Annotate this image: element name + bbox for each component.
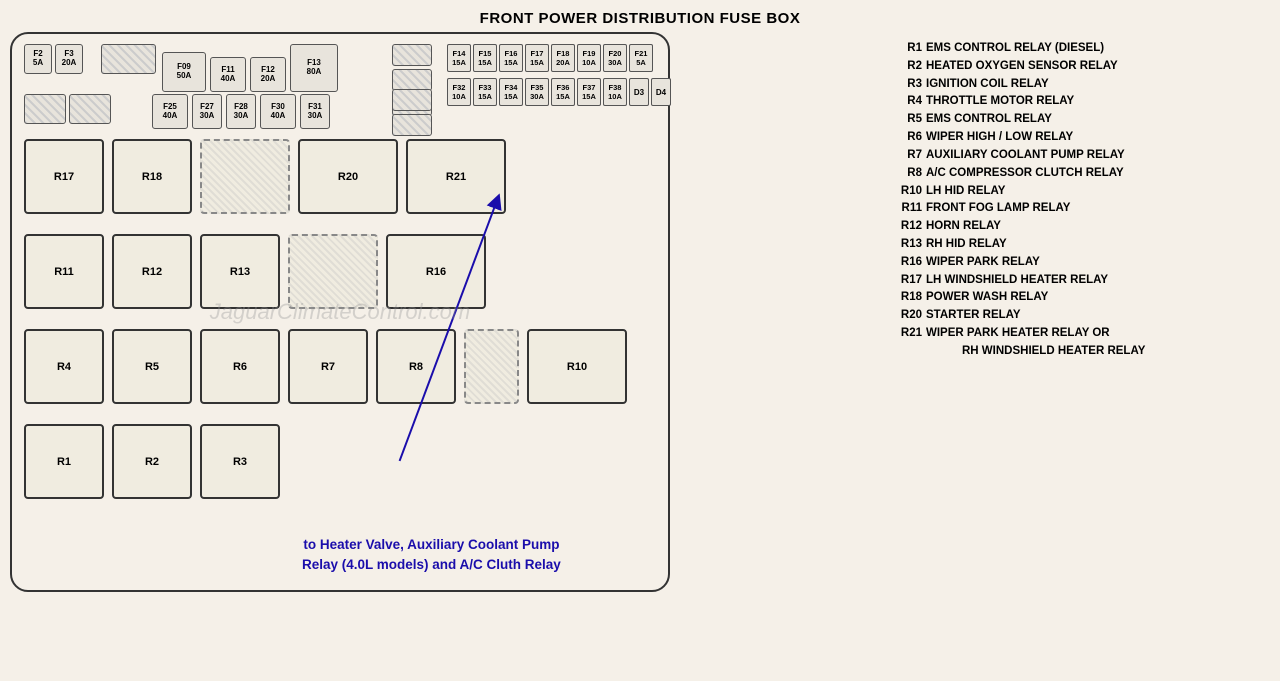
hatched-blocks-2	[392, 89, 432, 136]
annotation-line2: Relay (4.0L models) and A/C Cluth Relay	[302, 555, 561, 575]
legend-item-R5: R5 EMS CONTROL RELAY	[890, 111, 1270, 129]
relay-R1: R1	[24, 424, 104, 499]
legend-item-R10: R10 LH HID RELAY	[890, 183, 1270, 201]
page-title: FRONT POWER DISTRIBUTION FUSE BOX	[0, 0, 1280, 32]
legend-item-R21-cont: RH WINDSHIELD HEATER RELAY	[890, 343, 1270, 361]
annotation-line1: to Heater Valve, Auxiliary Coolant Pump	[302, 535, 561, 555]
top-mid-fuses: F0950A F1140A F1220A F1380A	[162, 44, 338, 92]
fuse-F35: F3530A	[525, 78, 549, 106]
fuse-F09: F0950A	[162, 52, 206, 92]
relay-R17: R17	[24, 139, 104, 214]
fuse-F27: F2730A	[192, 94, 222, 129]
relay-row-4: R1 R2 R3	[24, 424, 280, 499]
relay-R3: R3	[200, 424, 280, 499]
fuse-F11: F1140A	[210, 57, 246, 92]
annotation-area: to Heater Valve, Auxiliary Coolant Pump …	[302, 535, 561, 576]
legend-item-R21: R21 WIPER PARK HEATER RELAY OR	[890, 325, 1270, 343]
fuse-hatched-2	[392, 44, 432, 66]
fuse-F13: F1380A	[290, 44, 338, 92]
relay-R5: R5	[112, 329, 192, 404]
legend-area: R1 EMS CONTROL RELAY (DIESEL) R2 HEATED …	[890, 32, 1270, 592]
second-row-mid: F2540A F2730A F2830A F3040A F3130A	[152, 94, 330, 129]
fuse-hatched-5	[24, 94, 66, 124]
legend-item-R7: R7 AUXILIARY COOLANT PUMP RELAY	[890, 147, 1270, 165]
top-right-fuses-row1: F1415A F1515A F1615A F1715A F1820A F1910…	[447, 44, 653, 72]
fuse-F14: F1415A	[447, 44, 471, 72]
relay-R11: R11	[24, 234, 104, 309]
relay-R20: R20	[298, 139, 398, 214]
relay-unknown-2	[288, 234, 378, 309]
fuse-hatched-6	[69, 94, 111, 124]
relay-R10: R10	[527, 329, 627, 404]
top-left-fuses: F25A F320A	[24, 44, 156, 74]
legend-item-R20: R20 STARTER RELAY	[890, 307, 1270, 325]
fuse-F12: F1220A	[250, 57, 286, 92]
fuse-F16: F1615A	[499, 44, 523, 72]
relay-row-1: R17 R18 R20 R21	[24, 139, 506, 214]
relay-R16: R16	[386, 234, 486, 309]
fuse-hatched-3	[392, 69, 432, 91]
legend-item-R3: R3 IGNITION COIL RELAY	[890, 76, 1270, 94]
fuse-unknown-1	[101, 44, 156, 74]
fuse-F34: F3415A	[499, 78, 523, 106]
legend-item-R13: R13 RH HID RELAY	[890, 236, 1270, 254]
fuse-F36: F3615A	[551, 78, 575, 106]
relay-R8: R8	[376, 329, 456, 404]
relay-row-2: R11 R12 R13 R16	[24, 234, 486, 309]
fuse-F32: F3210A	[447, 78, 471, 106]
fuse-F3: F320A	[55, 44, 83, 74]
fuse-F38: F3810A	[603, 78, 627, 106]
legend-item-R17: R17 LH WINDSHIELD HEATER RELAY	[890, 272, 1270, 290]
relay-R4: R4	[24, 329, 104, 404]
relay-R12: R12	[112, 234, 192, 309]
fuse-F25: F2540A	[152, 94, 188, 129]
fuse-F28: F2830A	[226, 94, 256, 129]
fuse-F21: F215A	[629, 44, 653, 72]
component-D3: D3	[629, 78, 649, 106]
legend-item-R6: R6 WIPER HIGH / LOW RELAY	[890, 129, 1270, 147]
fuse-F31: F3130A	[300, 94, 330, 129]
fuse-F19: F1910A	[577, 44, 601, 72]
relay-R13: R13	[200, 234, 280, 309]
legend-item-R2: R2 HEATED OXYGEN SENSOR RELAY	[890, 58, 1270, 76]
fuse-box-border: JaguarClimateControl.com F25A F320A F095…	[10, 32, 670, 592]
fuse-F15: F1515A	[473, 44, 497, 72]
relay-R2: R2	[112, 424, 192, 499]
legend-item-R16: R16 WIPER PARK RELAY	[890, 254, 1270, 272]
legend-item-R11: R11 FRONT FOG LAMP RELAY	[890, 200, 1270, 218]
fuse-F20: F2030A	[603, 44, 627, 72]
fuse-F37: F3715A	[577, 78, 601, 106]
legend-item-R4: R4 THROTTLE MOTOR RELAY	[890, 93, 1270, 111]
fuse-hatched-7	[392, 89, 432, 111]
legend-item-R1: R1 EMS CONTROL RELAY (DIESEL)	[890, 40, 1270, 58]
component-D4: D4	[651, 78, 671, 106]
relay-row-3: R4 R5 R6 R7 R8 R10	[24, 329, 627, 404]
relay-unknown-1	[200, 139, 290, 214]
relay-R18: R18	[112, 139, 192, 214]
relay-unknown-3	[464, 329, 519, 404]
relay-R7: R7	[288, 329, 368, 404]
fuse-F30: F3040A	[260, 94, 296, 129]
legend-item-R18: R18 POWER WASH RELAY	[890, 289, 1270, 307]
legend-item-R8: R8 A/C COMPRESSOR CLUTCH RELAY	[890, 165, 1270, 183]
second-row-left	[24, 94, 111, 124]
legend-item-R12: R12 HORN RELAY	[890, 218, 1270, 236]
relay-R6: R6	[200, 329, 280, 404]
top-right-fuses-row2: F3210A F3315A F3415A F3530A F3615A F3715…	[447, 78, 671, 106]
fuse-F2: F25A	[24, 44, 52, 74]
relay-R21: R21	[406, 139, 506, 214]
fuse-F18: F1820A	[551, 44, 575, 72]
fuse-box-area: JaguarClimateControl.com F25A F320A F095…	[10, 32, 880, 592]
fuse-hatched-8	[392, 114, 432, 136]
fuse-F17: F1715A	[525, 44, 549, 72]
fuse-F33: F3315A	[473, 78, 497, 106]
